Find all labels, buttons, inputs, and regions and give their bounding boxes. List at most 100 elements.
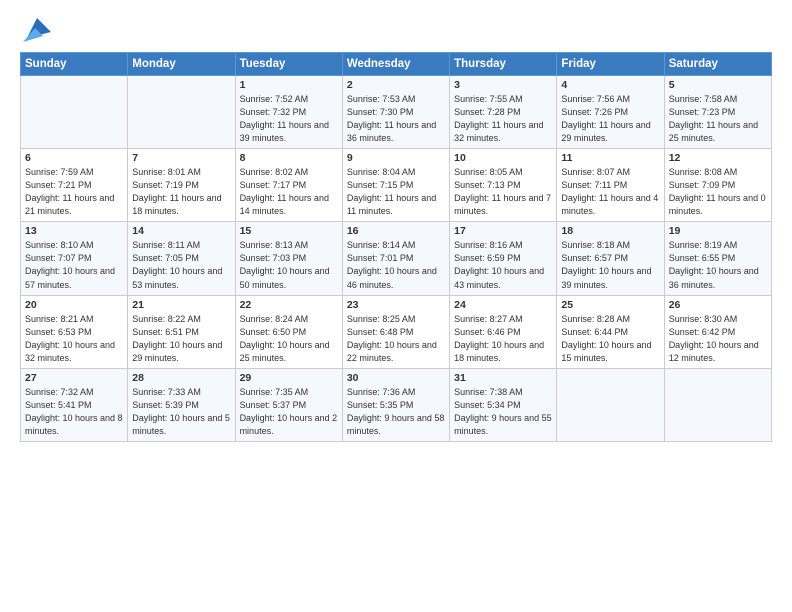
week-row-5: 27 Sunrise: 7:32 AMSunset: 5:41 PMDayligh…	[21, 368, 772, 441]
day-info: Sunrise: 8:30 AMSunset: 6:42 PMDaylight:…	[669, 313, 767, 365]
calendar-cell: 4Sunrise: 7:56 AMSunset: 7:26 PMDaylight…	[557, 76, 664, 149]
calendar-cell: 22Sunrise: 8:24 AMSunset: 6:50 PMDayligh…	[235, 295, 342, 368]
calendar-cell: 17 Sunrise: 8:16 AMSunset: 6:59 PMDayligh…	[450, 222, 557, 295]
day-number: 11	[561, 152, 659, 164]
calendar-cell: 8 Sunrise: 8:02 AMSunset: 7:17 PMDaylight…	[235, 149, 342, 222]
calendar-cell: 5Sunrise: 7:58 AMSunset: 7:23 PMDaylight…	[664, 76, 771, 149]
calendar-cell	[557, 368, 664, 441]
calendar-cell: 13 Sunrise: 8:10 AMSunset: 7:07 PMDayligh…	[21, 222, 128, 295]
calendar-cell: 19 Sunrise: 8:19 AMSunset: 6:55 PMDayligh…	[664, 222, 771, 295]
day-info: Sunrise: 8:22 AMSunset: 6:51 PMDaylight:…	[132, 313, 230, 365]
day-info: Sunrise: 7:55 AMSunset: 7:28 PMDaylight:…	[454, 93, 552, 145]
calendar-cell: 26Sunrise: 8:30 AMSunset: 6:42 PMDayligh…	[664, 295, 771, 368]
day-number: 27	[25, 372, 123, 384]
day-info: Sunrise: 8:27 AMSunset: 6:46 PMDaylight:…	[454, 313, 552, 365]
day-number: 2	[347, 79, 445, 91]
calendar-cell	[664, 368, 771, 441]
day-number: 3	[454, 79, 552, 91]
calendar-cell	[21, 76, 128, 149]
calendar-page: SundayMondayTuesdayWednesdayThursdayFrid…	[0, 0, 792, 612]
day-number: 18	[561, 225, 659, 237]
calendar-cell: 1 Sunrise: 7:52 AMSunset: 7:32 PMDaylight…	[235, 76, 342, 149]
calendar-cell: 16 Sunrise: 8:14 AMSunset: 7:01 PMDayligh…	[342, 222, 449, 295]
day-info: Sunrise: 8:02 AMSunset: 7:17 PMDaylight:…	[240, 166, 338, 218]
day-info: Sunrise: 7:38 AMSunset: 5:34 PMDaylight:…	[454, 386, 552, 438]
calendar-cell: 27 Sunrise: 7:32 AMSunset: 5:41 PMDayligh…	[21, 368, 128, 441]
calendar-cell: 25 Sunrise: 8:28 AMSunset: 6:44 PMDayligh…	[557, 295, 664, 368]
day-info: Sunrise: 7:33 AMSunset: 5:39 PMDaylight:…	[132, 386, 230, 438]
day-info: Sunrise: 8:08 AMSunset: 7:09 PMDaylight:…	[669, 166, 767, 218]
day-number: 16	[347, 225, 445, 237]
day-info: Sunrise: 8:19 AMSunset: 6:55 PMDaylight:…	[669, 239, 767, 291]
calendar-cell: 20Sunrise: 8:21 AMSunset: 6:53 PMDayligh…	[21, 295, 128, 368]
day-info: Sunrise: 7:52 AMSunset: 7:32 PMDaylight:…	[240, 93, 338, 145]
day-number: 24	[454, 299, 552, 311]
header-row: SundayMondayTuesdayWednesdayThursdayFrid…	[21, 53, 772, 76]
calendar-table: SundayMondayTuesdayWednesdayThursdayFrid…	[20, 52, 772, 442]
day-info: Sunrise: 7:53 AMSunset: 7:30 PMDaylight:…	[347, 93, 445, 145]
calendar-cell: 18 Sunrise: 8:18 AMSunset: 6:57 PMDayligh…	[557, 222, 664, 295]
column-header-thursday: Thursday	[450, 53, 557, 76]
day-info: Sunrise: 7:56 AMSunset: 7:26 PMDaylight:…	[561, 93, 659, 145]
day-info: Sunrise: 8:04 AMSunset: 7:15 PMDaylight:…	[347, 166, 445, 218]
calendar-cell: 24 Sunrise: 8:27 AMSunset: 6:46 PMDayligh…	[450, 295, 557, 368]
calendar-cell: 6Sunrise: 7:59 AMSunset: 7:21 PMDaylight…	[21, 149, 128, 222]
day-number: 21	[132, 299, 230, 311]
calendar-cell: 31 Sunrise: 7:38 AMSunset: 5:34 PMDayligh…	[450, 368, 557, 441]
day-info: Sunrise: 7:35 AMSunset: 5:37 PMDaylight:…	[240, 386, 338, 438]
day-info: Sunrise: 8:11 AMSunset: 7:05 PMDaylight:…	[132, 239, 230, 291]
calendar-cell: 7 Sunrise: 8:01 AMSunset: 7:19 PMDaylight…	[128, 149, 235, 222]
calendar-cell: 12 Sunrise: 8:08 AMSunset: 7:09 PMDayligh…	[664, 149, 771, 222]
header	[20, 18, 772, 42]
calendar-cell	[128, 76, 235, 149]
day-info: Sunrise: 8:25 AMSunset: 6:48 PMDaylight:…	[347, 313, 445, 365]
day-number: 17	[454, 225, 552, 237]
day-info: Sunrise: 8:13 AMSunset: 7:03 PMDaylight:…	[240, 239, 338, 291]
calendar-cell: 23 Sunrise: 8:25 AMSunset: 6:48 PMDayligh…	[342, 295, 449, 368]
day-info: Sunrise: 8:24 AMSunset: 6:50 PMDaylight:…	[240, 313, 338, 365]
day-number: 1	[240, 79, 338, 91]
logo-icon	[23, 14, 51, 42]
day-info: Sunrise: 8:28 AMSunset: 6:44 PMDaylight:…	[561, 313, 659, 365]
day-info: Sunrise: 8:14 AMSunset: 7:01 PMDaylight:…	[347, 239, 445, 291]
week-row-1: 1 Sunrise: 7:52 AMSunset: 7:32 PMDaylight…	[21, 76, 772, 149]
calendar-cell: 21 Sunrise: 8:22 AMSunset: 6:51 PMDayligh…	[128, 295, 235, 368]
calendar-cell: 10Sunrise: 8:05 AMSunset: 7:13 PMDayligh…	[450, 149, 557, 222]
day-number: 8	[240, 152, 338, 164]
day-number: 12	[669, 152, 767, 164]
day-number: 19	[669, 225, 767, 237]
column-header-saturday: Saturday	[664, 53, 771, 76]
calendar-cell: 3 Sunrise: 7:55 AMSunset: 7:28 PMDaylight…	[450, 76, 557, 149]
day-number: 25	[561, 299, 659, 311]
day-info: Sunrise: 8:01 AMSunset: 7:19 PMDaylight:…	[132, 166, 230, 218]
day-number: 15	[240, 225, 338, 237]
day-info: Sunrise: 8:18 AMSunset: 6:57 PMDaylight:…	[561, 239, 659, 291]
calendar-cell: 29Sunrise: 7:35 AMSunset: 5:37 PMDayligh…	[235, 368, 342, 441]
column-header-friday: Friday	[557, 53, 664, 76]
day-number: 5	[669, 79, 767, 91]
column-header-sunday: Sunday	[21, 53, 128, 76]
week-row-4: 20Sunrise: 8:21 AMSunset: 6:53 PMDayligh…	[21, 295, 772, 368]
column-header-tuesday: Tuesday	[235, 53, 342, 76]
week-row-2: 6Sunrise: 7:59 AMSunset: 7:21 PMDaylight…	[21, 149, 772, 222]
day-number: 31	[454, 372, 552, 384]
day-number: 28	[132, 372, 230, 384]
calendar-cell: 15 Sunrise: 8:13 AMSunset: 7:03 PMDayligh…	[235, 222, 342, 295]
day-number: 13	[25, 225, 123, 237]
day-number: 10	[454, 152, 552, 164]
calendar-cell: 9Sunrise: 8:04 AMSunset: 7:15 PMDaylight…	[342, 149, 449, 222]
logo	[20, 18, 51, 42]
day-number: 23	[347, 299, 445, 311]
calendar-cell: 30Sunrise: 7:36 AMSunset: 5:35 PMDayligh…	[342, 368, 449, 441]
column-header-monday: Monday	[128, 53, 235, 76]
day-info: Sunrise: 8:16 AMSunset: 6:59 PMDaylight:…	[454, 239, 552, 291]
day-number: 7	[132, 152, 230, 164]
day-info: Sunrise: 7:59 AMSunset: 7:21 PMDaylight:…	[25, 166, 123, 218]
calendar-cell: 11Sunrise: 8:07 AMSunset: 7:11 PMDayligh…	[557, 149, 664, 222]
calendar-cell: 14Sunrise: 8:11 AMSunset: 7:05 PMDayligh…	[128, 222, 235, 295]
column-header-wednesday: Wednesday	[342, 53, 449, 76]
day-info: Sunrise: 7:32 AMSunset: 5:41 PMDaylight:…	[25, 386, 123, 438]
day-info: Sunrise: 8:10 AMSunset: 7:07 PMDaylight:…	[25, 239, 123, 291]
calendar-cell: 2 Sunrise: 7:53 AMSunset: 7:30 PMDaylight…	[342, 76, 449, 149]
day-info: Sunrise: 7:36 AMSunset: 5:35 PMDaylight:…	[347, 386, 445, 438]
